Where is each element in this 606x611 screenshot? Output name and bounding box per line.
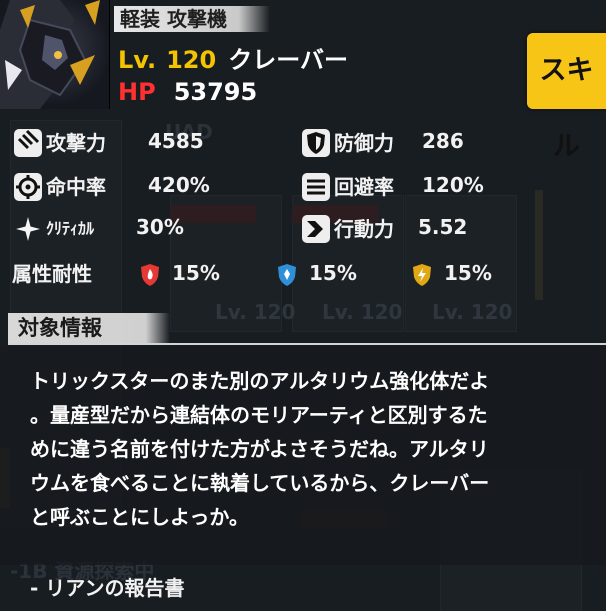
fire-resist-icon xyxy=(140,263,160,287)
hp-label: HP xyxy=(118,78,156,106)
description-line: 。量産型だから連結体のモリアーティと区別するた xyxy=(30,403,488,427)
critical-icon xyxy=(14,215,42,243)
level-value: 120 xyxy=(166,46,217,74)
stat-value: 5.52 xyxy=(418,215,468,239)
skill-button[interactable]: スキル xyxy=(527,33,606,162)
target-info-header: 対象情報 xyxy=(8,313,170,343)
electric-resistance: 15% xyxy=(412,258,492,288)
stat-value: 420% xyxy=(148,173,210,197)
evasion-icon xyxy=(302,172,330,201)
stat-speed: 行動力 5.52 xyxy=(302,212,467,243)
electric-resistance-value: 15% xyxy=(444,261,492,285)
report-signature: - リアンの報告書 xyxy=(30,576,185,600)
stat-attack: 攻撃力 4585 xyxy=(14,126,204,157)
unit-description: トリックスターのまた別のアルタリウム強化体だよ 。量産型だから連結体のモリアーテ… xyxy=(30,364,570,534)
unit-portrait xyxy=(0,0,110,109)
electric-resist-icon xyxy=(412,263,432,287)
stat-defense: 防御力 286 xyxy=(302,126,464,157)
stat-accuracy: 命中率 420% xyxy=(14,170,210,201)
fire-resistance-value: 15% xyxy=(172,261,220,285)
stat-value: 30% xyxy=(136,215,184,239)
fire-resistance: 15% xyxy=(140,258,220,288)
defense-icon xyxy=(302,128,330,157)
stat-evasion: 回避率 120% xyxy=(302,170,484,201)
description-line: ウムを食べることに執着しているから、クレーバー xyxy=(30,471,490,495)
ice-resistance: 15% xyxy=(277,258,357,288)
stat-critical: ｸﾘﾃｨｶﾙ 30% xyxy=(14,212,184,243)
description-line: と呼ぶことにしよっか。 xyxy=(30,505,249,529)
accuracy-icon xyxy=(14,172,42,201)
stat-value: 120% xyxy=(422,173,484,197)
unit-level-name-row: Lv. 120 クレーバー xyxy=(118,40,348,75)
description-line: めに違う名前を付けた方がよさそうだね。アルタリ xyxy=(30,437,489,461)
stat-value: 4585 xyxy=(148,129,204,153)
section-divider xyxy=(8,343,606,345)
hp-value: 53795 xyxy=(173,78,258,106)
attribute-resistance-label: 属性耐性 xyxy=(12,262,92,286)
ice-resist-icon xyxy=(277,263,297,287)
unit-name: クレーバー xyxy=(228,46,348,74)
level-label: Lv. xyxy=(118,46,157,74)
ice-resistance-value: 15% xyxy=(309,261,357,285)
description-line: トリックスターのまた別のアルタリウム強化体だよ xyxy=(30,369,490,393)
unit-hp-row: HP 53795 xyxy=(118,78,257,106)
unit-class-tag: 軽装 攻撃機 xyxy=(114,6,270,32)
stat-value: 286 xyxy=(422,129,464,153)
speed-icon xyxy=(302,214,330,243)
attack-icon xyxy=(14,128,42,157)
